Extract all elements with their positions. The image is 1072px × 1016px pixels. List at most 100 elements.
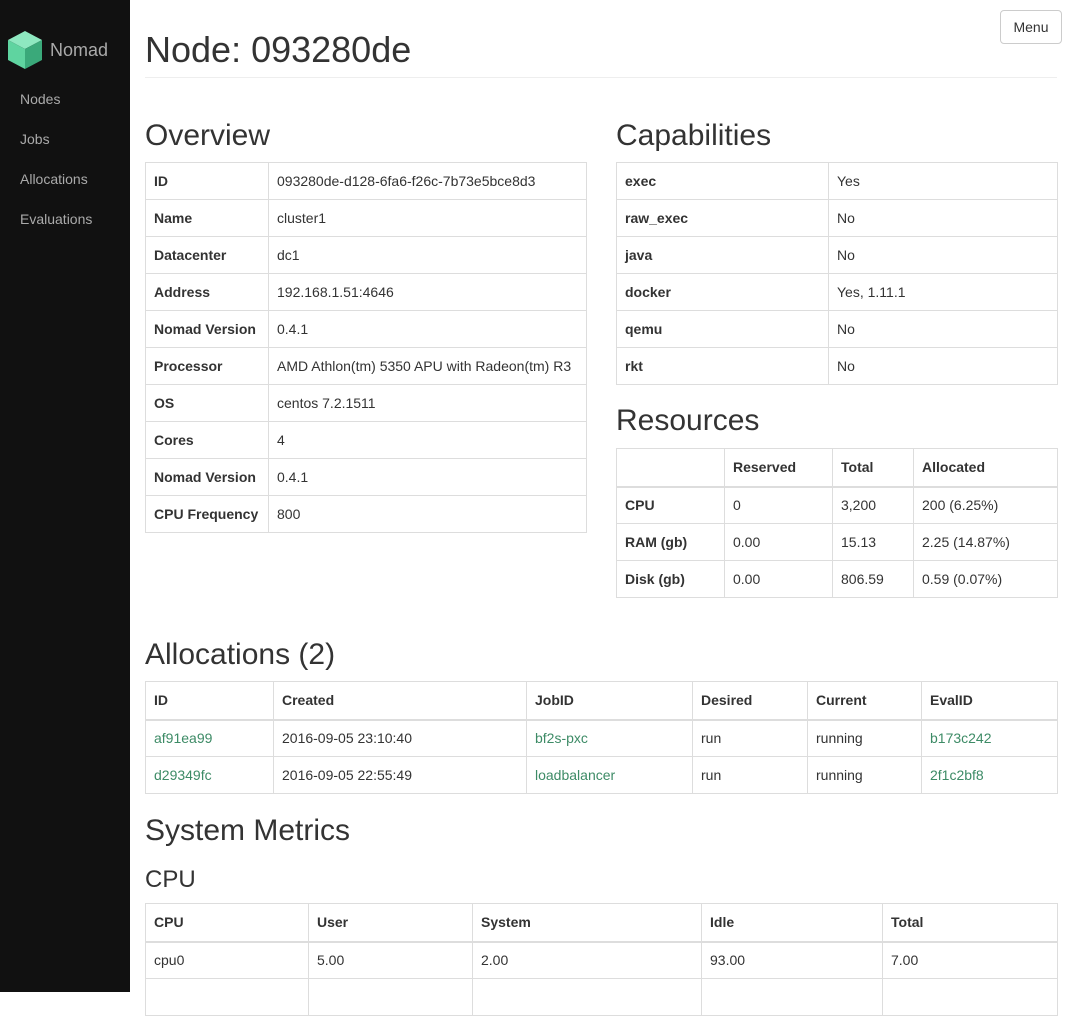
sidebar: Nomad Nodes Jobs Allocations Evaluations <box>0 0 130 992</box>
cpu-metrics-cell <box>308 978 473 1016</box>
allocation-id-link[interactable]: d29349fc <box>154 767 212 783</box>
allocation-eval-id: 2f1c2bf8 <box>921 756 1058 794</box>
capability-key: exec <box>616 162 829 200</box>
resource-reserved: 0 <box>724 486 833 524</box>
allocation-id: af91ea99 <box>145 719 274 757</box>
cpu-metrics-column-header: CPU <box>145 903 309 943</box>
cpu-idle: 93.00 <box>701 941 883 979</box>
allocation-job-id-link[interactable]: loadbalancer <box>535 767 615 783</box>
capability-key: java <box>616 236 829 274</box>
capability-key: docker <box>616 273 829 311</box>
resource-allocated: 2.25 (14.87%) <box>913 523 1058 561</box>
overview-key: Name <box>145 199 269 237</box>
allocation-id: d29349fc <box>145 756 274 794</box>
resources-table: Reserved Total Allocated CPU 0 3,200 200 (6.2… <box>616 448 1058 598</box>
resource-total: 15.13 <box>832 523 914 561</box>
overview-value: cluster1 <box>268 199 587 237</box>
overview-table: ID 093280de-d128-6fa6-f26c-7b73e5bce8d3 Na… <box>145 162 587 533</box>
overview-key: Cores <box>145 421 269 459</box>
allocation-eval-id-link[interactable]: b173c242 <box>930 730 992 746</box>
overview-row: Nomad Version 0.4.1 <box>145 458 587 496</box>
overview-value: 0.4.1 <box>268 458 587 496</box>
cpu-metrics-column-header: User <box>308 903 473 943</box>
resource-name: RAM (gb) <box>616 523 725 561</box>
overview-value: 0.4.1 <box>268 310 587 348</box>
allocation-job-id: loadbalancer <box>526 756 693 794</box>
allocations-column-header: Created <box>273 681 527 721</box>
cpu-system: 2.00 <box>472 941 702 979</box>
resource-name: Disk (gb) <box>616 560 725 598</box>
overview-row: Address 192.168.1.51:4646 <box>145 273 587 311</box>
allocation-job-id-link[interactable]: bf2s-pxc <box>535 730 588 746</box>
page-title: Node: 093280de <box>145 29 412 70</box>
cpu-metrics-cell <box>145 978 309 1016</box>
cpu-metrics-heading: CPU <box>145 866 196 893</box>
capability-value: Yes, 1.11.1 <box>828 273 1058 311</box>
resources-row: RAM (gb) 0.00 15.13 2.25 (14.87%) <box>616 523 1058 561</box>
resources-header-row: Reserved Total Allocated <box>616 448 1058 488</box>
resource-allocated: 200 (6.25%) <box>913 486 1058 524</box>
resource-allocated: 0.59 (0.07%) <box>913 560 1058 598</box>
allocation-desired: run <box>692 719 808 757</box>
cpu-metrics-cell <box>472 978 702 1016</box>
overview-key: Processor <box>145 347 269 385</box>
overview-row: Name cluster1 <box>145 199 587 237</box>
overview-key: Datacenter <box>145 236 269 274</box>
allocation-id-link[interactable]: af91ea99 <box>154 730 212 746</box>
overview-row: Cores 4 <box>145 421 587 459</box>
overview-row: OS centos 7.2.1511 <box>145 384 587 422</box>
allocation-row: d29349fc 2016-09-05 22:55:49 loadbalancer r… <box>145 756 1058 794</box>
allocation-eval-id: b173c242 <box>921 719 1058 757</box>
resource-name: CPU <box>616 486 725 524</box>
allocation-desired: run <box>692 756 808 794</box>
overview-key: ID <box>145 162 269 200</box>
menu-button[interactable]: Menu <box>1000 10 1062 44</box>
overview-key: OS <box>145 384 269 422</box>
allocations-heading: Allocations (2) <box>145 638 336 671</box>
allocation-eval-id-link[interactable]: 2f1c2bf8 <box>930 767 984 783</box>
capability-value: Yes <box>828 162 1058 200</box>
overview-heading: Overview <box>145 119 271 152</box>
capability-key: rkt <box>616 347 829 385</box>
overview-value: 4 <box>268 421 587 459</box>
resources-row: Disk (gb) 0.00 806.59 0.59 (0.07%) <box>616 560 1058 598</box>
cpu-metrics-row: cpu0 5.00 2.00 93.00 7.00 <box>145 941 1058 979</box>
allocations-column-header: ID <box>145 681 274 721</box>
capability-value: No <box>828 236 1058 274</box>
resources-row: CPU 0 3,200 200 (6.25%) <box>616 486 1058 524</box>
capabilities-table: exec Yes raw_exec No java No docker Yes, 1.11.1… <box>616 162 1058 385</box>
cpu-total: 7.00 <box>882 941 1058 979</box>
sidebar-item-evaluations[interactable]: Evaluations <box>20 211 92 227</box>
capability-key: raw_exec <box>616 199 829 237</box>
resources-heading: Resources <box>616 404 760 437</box>
cpu-metrics-table: CPU User System Idle Total cpu0 5.00 2.00 93.00… <box>145 903 1058 1016</box>
capabilities-heading: Capabilities <box>616 119 772 152</box>
allocations-header-row: ID Created JobID Desired Current EvalID <box>145 681 1058 721</box>
overview-key: Nomad Version <box>145 310 269 348</box>
sidebar-item-nodes[interactable]: Nodes <box>20 91 60 107</box>
capability-row: rkt No <box>616 347 1058 385</box>
allocation-row: af91ea99 2016-09-05 23:10:40 bf2s-pxc run ru… <box>145 719 1058 757</box>
allocations-column-header: JobID <box>526 681 693 721</box>
sidebar-item-jobs[interactable]: Jobs <box>20 131 50 147</box>
resources-column-header: Allocated <box>913 448 1058 488</box>
cpu-name: cpu0 <box>145 941 309 979</box>
resources-column-header <box>616 448 725 488</box>
sidebar-item-allocations[interactable]: Allocations <box>20 171 88 187</box>
overview-row: ID 093280de-d128-6fa6-f26c-7b73e5bce8d3 <box>145 162 587 200</box>
brand[interactable]: Nomad <box>6 28 130 72</box>
capability-row: qemu No <box>616 310 1058 348</box>
overview-key: Nomad Version <box>145 458 269 496</box>
allocation-created: 2016-09-05 23:10:40 <box>273 719 527 757</box>
cpu-metrics-header-row: CPU User System Idle Total <box>145 903 1058 943</box>
capability-row: docker Yes, 1.11.1 <box>616 273 1058 311</box>
resource-total: 806.59 <box>832 560 914 598</box>
overview-value: centos 7.2.1511 <box>268 384 587 422</box>
allocations-table: ID Created JobID Desired Current EvalID af91e… <box>145 681 1058 794</box>
resource-total: 3,200 <box>832 486 914 524</box>
overview-key: Address <box>145 273 269 311</box>
overview-row: CPU Frequency 800 <box>145 495 587 533</box>
system-metrics-heading: System Metrics <box>145 814 351 847</box>
overview-row: Datacenter dc1 <box>145 236 587 274</box>
overview-row: Nomad Version 0.4.1 <box>145 310 587 348</box>
